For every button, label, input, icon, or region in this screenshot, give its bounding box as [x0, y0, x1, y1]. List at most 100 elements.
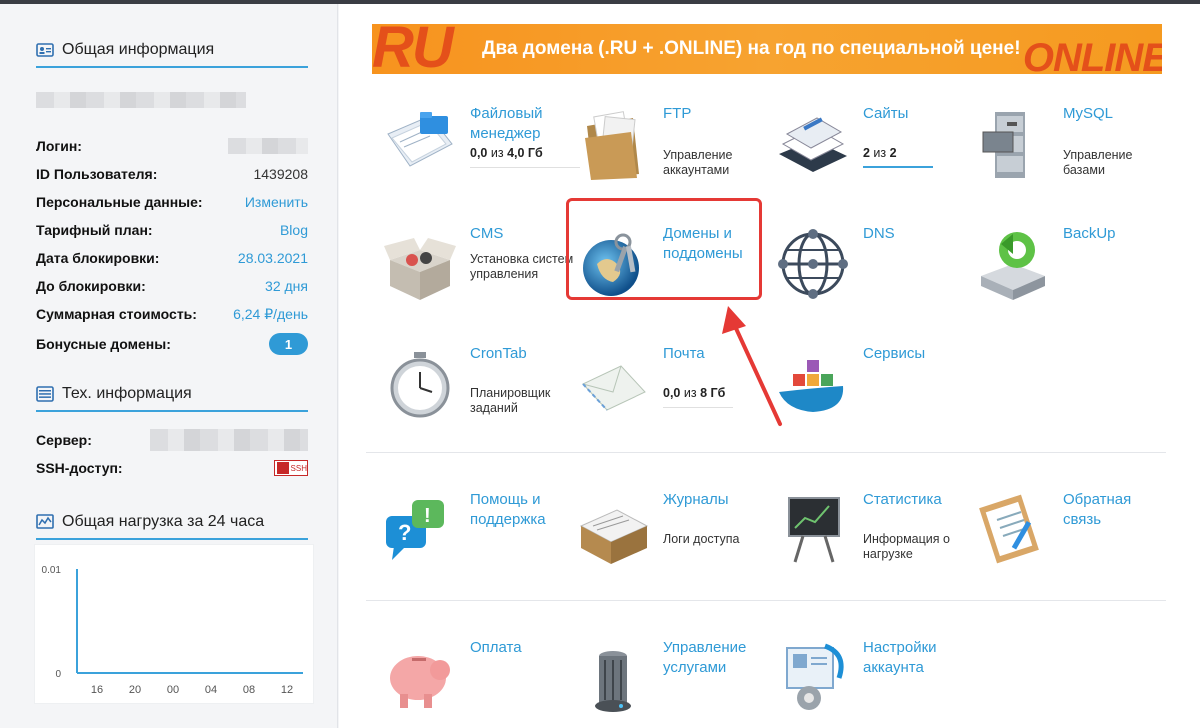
tile-dns[interactable]: DNS	[773, 224, 973, 334]
tile-crontab[interactable]: CronTab Планировщик заданий	[380, 344, 580, 454]
file-manager-title: Файловый менеджер	[470, 105, 543, 142]
tile-payment[interactable]: Оплата	[380, 638, 580, 728]
help-title: Помощь и поддержка	[470, 491, 546, 528]
sites-used: 2	[863, 146, 870, 160]
tech-info-title: Тех. информация	[62, 385, 192, 402]
file-manager-used: 0,0	[470, 146, 488, 160]
logs-box-icon	[579, 509, 649, 564]
x-tick-label: 08	[243, 684, 255, 696]
mysql-subtitle: Управление базами	[1063, 148, 1133, 177]
tariff-link[interactable]: Blog	[280, 222, 308, 238]
banner-text: Два домена (.RU + .ONLINE) на год по спе…	[482, 38, 1021, 59]
banner-online-logo: ONLINE	[1022, 36, 1162, 74]
row-server: Сервер:	[36, 429, 308, 451]
ftp-title: FTP	[663, 105, 692, 122]
general-info-header: Общая информация	[36, 40, 308, 68]
block-date-link[interactable]: 28.03.2021	[238, 250, 308, 266]
cms-title: CMS	[470, 225, 504, 242]
edit-personal-data-link[interactable]: Изменить	[245, 194, 308, 210]
tariff-label: Тарифный план:	[36, 222, 153, 238]
user-id-label: ID Пользователя:	[36, 166, 158, 182]
backup-title: BackUp	[1063, 225, 1116, 242]
tile-sites[interactable]: Сайты 2 из 2	[773, 104, 973, 214]
total-cost-link[interactable]: 6,24 ₽/день	[233, 306, 308, 323]
file-manager-icon	[387, 112, 453, 167]
mail-of: из	[680, 386, 701, 400]
mysql-title: MySQL	[1063, 105, 1114, 122]
row-total-cost: Суммарная стоимость: 6,24 ₽/день	[36, 304, 308, 324]
service-tower-icon	[595, 651, 631, 712]
row-block-date: Дата блокировки: 28.03.2021	[36, 248, 308, 268]
sites-stack-icon	[779, 117, 847, 172]
bonus-domains-label: Бонусные домены:	[36, 336, 171, 352]
load-header: Общая нагрузка за 24 часа	[36, 512, 308, 540]
row-tariff: Тарифный план: Blog	[36, 220, 308, 240]
tile-help[interactable]: ? ! Помощь и поддержка	[380, 490, 580, 600]
file-manager-usage: 0,0 из 4,0 Гб	[470, 146, 580, 168]
tile-backup[interactable]: BackUp	[973, 224, 1173, 334]
feedback-title: Обратная связь	[1063, 491, 1132, 528]
load-title: Общая нагрузка за 24 часа	[62, 513, 265, 530]
divider-2	[366, 600, 1166, 601]
mysql-cabinet-icon	[982, 112, 1025, 178]
tile-account-settings[interactable]: Настройки аккаунта	[773, 638, 973, 728]
divider-1	[366, 452, 1166, 453]
x-tick-label: 16	[91, 684, 103, 696]
load-chart-icon	[36, 514, 54, 529]
crontab-title: CronTab	[470, 345, 527, 362]
services-title: Сервисы	[863, 345, 926, 362]
user-id-value: 1439208	[253, 166, 308, 182]
tile-manage-services[interactable]: Управление услугами	[573, 638, 773, 728]
ssh-toggle[interactable]: SSH	[274, 460, 308, 476]
server-label: Сервер:	[36, 432, 92, 448]
sites-total: 2	[889, 146, 897, 160]
cms-subtitle: Установка систем управления	[470, 252, 574, 281]
tile-mysql[interactable]: MySQL Управление базами	[973, 104, 1173, 214]
manage-services-title: Управление услугами	[663, 639, 747, 676]
row-personal-data: Персональные данные: Изменить	[36, 192, 308, 212]
row-days-left: До блокировки: 32 дня	[36, 276, 308, 296]
promo-banner[interactable]: RU Два домена (.RU + .ONLINE) на год по …	[372, 24, 1162, 74]
dns-title: DNS	[863, 225, 895, 242]
tile-feedback[interactable]: Обратная связь	[973, 490, 1173, 600]
y-tick-label: 0.01	[42, 565, 62, 576]
file-manager-total: 4,0 Гб	[507, 146, 543, 160]
ftp-folder-icon	[585, 111, 639, 180]
x-tick-label: 00	[167, 684, 179, 696]
tile-file-manager[interactable]: Файловый менеджер 0,0 из 4,0 Гб	[380, 104, 580, 214]
help-bubbles-icon: ? !	[386, 500, 444, 560]
ftp-subtitle: Управление аккаунтами	[663, 148, 733, 177]
days-left-link[interactable]: 32 дня	[265, 278, 308, 294]
x-tick-label: 04	[205, 684, 217, 696]
alarm-clock-icon	[390, 352, 450, 418]
file-manager-of: из	[487, 146, 508, 160]
cms-box-icon	[384, 238, 456, 300]
row-ssh: SSH-доступ: SSH	[36, 458, 308, 478]
ssh-toggle-knob	[277, 462, 289, 474]
server-icon	[36, 386, 54, 402]
blurred-server	[150, 429, 308, 451]
banner-ru-logo: RU	[372, 24, 454, 74]
blurred-account-name	[36, 92, 246, 108]
general-info-title: Общая информация	[62, 41, 215, 58]
sites-of: из	[869, 146, 890, 160]
tile-stats[interactable]: Статистика Информация о нагрузке	[773, 490, 973, 600]
row-login: Логин:	[36, 136, 308, 156]
tile-services[interactable]: Сервисы	[773, 344, 973, 454]
x-tick-label: 20	[129, 684, 141, 696]
stats-subtitle: Информация о нагрузке	[863, 532, 950, 561]
bonus-domains-badge[interactable]: 1	[269, 333, 308, 355]
dns-network-icon	[778, 229, 848, 299]
mail-used: 0,0	[663, 386, 681, 400]
ssh-toggle-label: SSH	[290, 463, 307, 473]
x-tick-label: 12	[281, 684, 293, 696]
stats-title: Статистика	[863, 491, 942, 508]
account-settings-icon	[786, 643, 844, 710]
tile-logs[interactable]: Журналы Логи доступа	[573, 490, 773, 600]
load-chart: 0.01 0 16 20 00 04 08 12	[34, 544, 314, 704]
stats-board-icon	[788, 497, 840, 563]
sites-usage: 2 из 2	[863, 146, 933, 168]
account-settings-title: Настройки аккаунта	[863, 639, 937, 676]
row-user-id: ID Пользователя: 1439208	[36, 164, 308, 184]
tile-cms[interactable]: CMS Установка систем управления	[380, 224, 580, 334]
